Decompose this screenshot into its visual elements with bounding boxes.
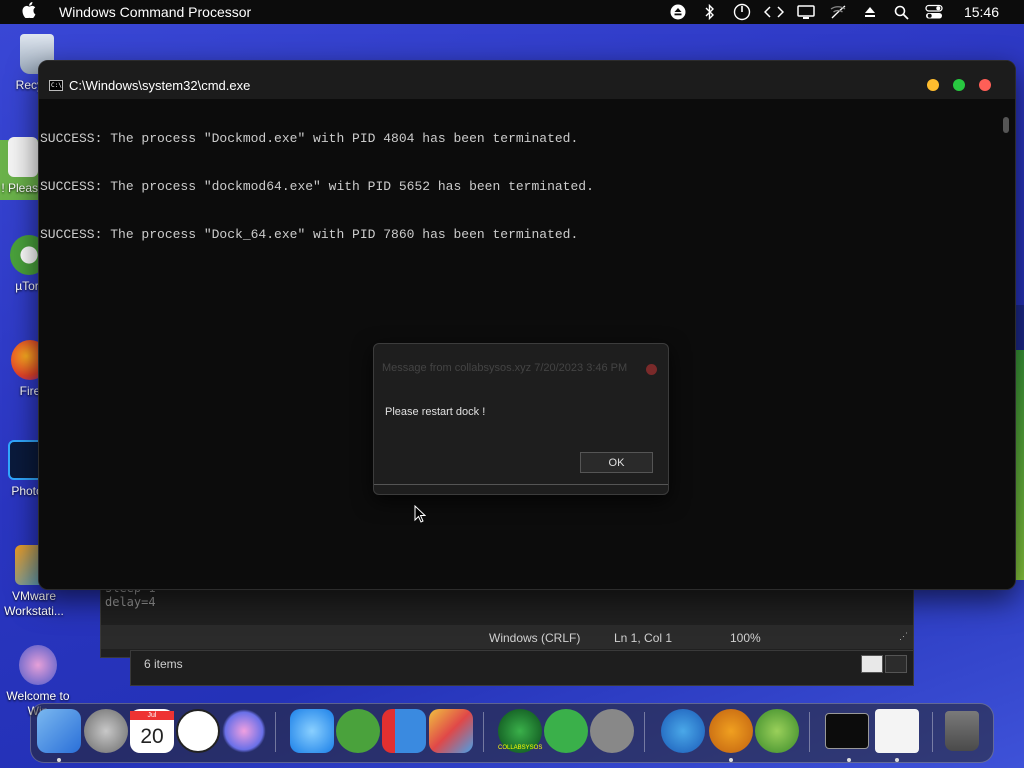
- control-center-icon[interactable]: [923, 4, 945, 20]
- eject2-icon[interactable]: [859, 4, 881, 20]
- dock-separator: [275, 712, 276, 752]
- siri-icon[interactable]: [222, 709, 266, 753]
- status-menus: 15:46: [662, 0, 1024, 24]
- running-indicator: [847, 758, 851, 762]
- launchpad-icon[interactable]: [84, 709, 128, 753]
- dock-separator: [932, 712, 933, 752]
- apple-menu-icon[interactable]: [22, 2, 40, 22]
- explorer-window[interactable]: 6 items: [130, 650, 914, 686]
- bluetooth-icon[interactable]: [699, 4, 721, 20]
- clock-icon[interactable]: [176, 709, 220, 753]
- line-ending-status: Windows (CRLF): [489, 631, 581, 645]
- running-indicator: [729, 758, 733, 762]
- photo-viewer-icon[interactable]: [429, 709, 473, 753]
- console-output: SUCCESS: The process "Dockmod.exe" with …: [40, 99, 594, 275]
- notepad-line: delay=4: [105, 595, 156, 609]
- trash-icon[interactable]: [945, 711, 979, 751]
- code-icon[interactable]: [763, 4, 785, 20]
- calendar-day: 20: [140, 725, 164, 748]
- zoom-button[interactable]: [953, 79, 965, 91]
- resize-grip-icon[interactable]: ⋰: [899, 631, 909, 641]
- tiles-view-icon[interactable]: [885, 655, 907, 673]
- zoom-status: 100%: [730, 631, 761, 645]
- dock: Jul 20 COLLABSYSOS: [30, 703, 994, 763]
- running-indicator: [895, 758, 899, 762]
- cmd-app-icon: C:\: [49, 80, 63, 91]
- desktop-icon-label: VMware Workstati...: [4, 589, 64, 618]
- menubar-clock[interactable]: 15:46: [964, 4, 999, 20]
- dialog-close-icon[interactable]: [646, 364, 657, 375]
- power-icon[interactable]: [731, 3, 753, 21]
- system-tools-icon[interactable]: [590, 709, 634, 753]
- textedit-icon[interactable]: [875, 709, 919, 753]
- console-line: SUCCESS: The process "Dockmod.exe" with …: [40, 131, 579, 146]
- item-count: 6 items: [144, 657, 183, 671]
- finder-icon[interactable]: [37, 709, 81, 753]
- running-indicator: [57, 758, 61, 762]
- collabsysos-label: COLLABSYSOS: [498, 745, 543, 751]
- collabsysos-icon[interactable]: COLLABSYSOS: [498, 709, 542, 753]
- vertical-scrollbar[interactable]: [1003, 117, 1009, 133]
- apple-logo-icon: [19, 645, 57, 685]
- notepad-status-bar: Windows (CRLF) Ln 1, Col 1 100% ⋰: [101, 625, 913, 649]
- display-icon[interactable]: [795, 4, 817, 20]
- utorrent-dock-icon[interactable]: [336, 709, 380, 753]
- eject-icon[interactable]: [667, 4, 689, 20]
- document-icon: [8, 137, 38, 177]
- drops-icon[interactable]: [755, 709, 799, 753]
- cmd-window-title: C:\Windows\system32\cmd.exe: [69, 78, 251, 93]
- cursor-position-status: Ln 1, Col 1: [614, 631, 673, 645]
- download-manager-icon[interactable]: [709, 709, 753, 753]
- parallels-windows-icon[interactable]: [382, 709, 426, 753]
- dock-separator: [809, 712, 810, 752]
- cmd-window[interactable]: C:\ C:\Windows\system32\cmd.exe SUCCESS:…: [38, 60, 1016, 590]
- menu-bar: Windows Command Processor 15:46: [0, 0, 1024, 24]
- calendar-icon[interactable]: Jul 20: [130, 709, 174, 753]
- terminal-icon[interactable]: [825, 713, 869, 749]
- mute-icon[interactable]: [827, 4, 849, 20]
- dock-separator: [644, 712, 645, 752]
- calendar-month: Jul: [130, 711, 174, 720]
- link-icon[interactable]: [544, 709, 588, 753]
- view-toggle: [861, 655, 907, 673]
- search-icon[interactable]: [891, 4, 913, 20]
- dialog-message: Please restart dock !: [385, 406, 486, 418]
- dialog-divider: [374, 484, 668, 485]
- minimize-button[interactable]: [927, 79, 939, 91]
- mouse-pointer-icon: [414, 505, 426, 523]
- alert-dialog[interactable]: Message from collabsysos.xyz 7/20/2023 3…: [373, 343, 669, 495]
- console-line: SUCCESS: The process "Dock_64.exe" with …: [40, 227, 579, 242]
- notepad-window[interactable]: sleep 1 delay=4 Windows (CRLF) Ln 1, Col…: [100, 580, 914, 658]
- details-view-icon[interactable]: [861, 655, 883, 673]
- www-browser-icon[interactable]: [661, 709, 705, 753]
- close-button[interactable]: [979, 79, 991, 91]
- cmd-title-bar[interactable]: C:\ C:\Windows\system32\cmd.exe: [39, 61, 1015, 99]
- dock-separator: [483, 712, 484, 752]
- ok-button[interactable]: OK: [580, 452, 653, 473]
- safari-icon[interactable]: [290, 709, 334, 753]
- active-app-name[interactable]: Windows Command Processor: [59, 4, 251, 20]
- dialog-title: Message from collabsysos.xyz 7/20/2023 3…: [382, 362, 628, 374]
- console-line: SUCCESS: The process "dockmod64.exe" wit…: [40, 179, 594, 194]
